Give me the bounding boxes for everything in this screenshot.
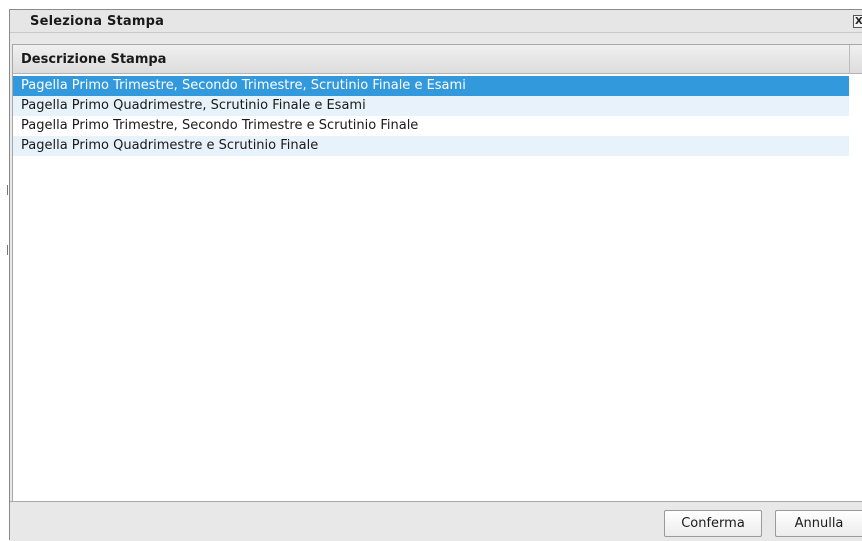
dialog-titlebar[interactable]: Seleziona Stampa X <box>10 10 862 33</box>
column-header-description[interactable]: Descrizione Stampa <box>21 52 166 67</box>
confirm-button[interactable]: Conferma <box>664 510 762 537</box>
select-print-dialog: Seleziona Stampa X Descrizione Stampa Pa… <box>9 9 862 541</box>
list-item-label: Pagella Primo Trimestre, Secondo Trimest… <box>21 118 419 133</box>
grid-rows: Pagella Primo Trimestre, Secondo Trimest… <box>13 76 862 156</box>
print-list-grid: Descrizione Stampa Pagella Primo Trimest… <box>12 44 862 501</box>
list-item[interactable]: Pagella Primo Trimestre, Secondo Trimest… <box>13 116 849 136</box>
list-item-label: Pagella Primo Quadrimestre, Scrutinio Fi… <box>21 98 366 113</box>
close-icon[interactable]: X <box>853 15 862 28</box>
list-item[interactable]: Pagella Primo Trimestre, Secondo Trimest… <box>13 76 849 96</box>
dialog-title: Seleziona Stampa <box>30 14 165 29</box>
edge-marker <box>7 185 8 195</box>
list-item-label: Pagella Primo Trimestre, Secondo Trimest… <box>21 78 466 93</box>
cancel-button[interactable]: Annulla <box>775 510 862 537</box>
list-item[interactable]: Pagella Primo Quadrimestre e Scrutinio F… <box>13 136 849 156</box>
column-separator <box>849 45 850 74</box>
dialog-footer: Conferma Annulla <box>10 501 862 541</box>
list-item-label: Pagella Primo Quadrimestre e Scrutinio F… <box>21 138 319 153</box>
edge-marker <box>7 245 8 255</box>
list-item[interactable]: Pagella Primo Quadrimestre, Scrutinio Fi… <box>13 96 849 116</box>
grid-header: Descrizione Stampa <box>13 45 862 74</box>
